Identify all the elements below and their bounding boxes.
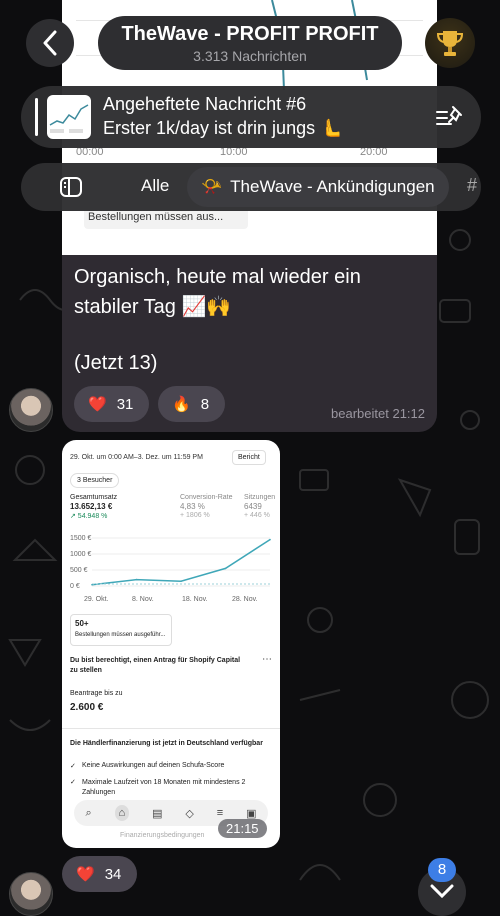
total-sales-label: Gesamtumsatz xyxy=(70,494,118,501)
pinned-message-bar[interactable]: Angeheftete Nachricht #6 Erster 1k/day i… xyxy=(21,86,481,148)
check-text: Maximale Laufzeit von 18 Monaten mit min… xyxy=(82,779,246,796)
chat-title-box[interactable]: TheWave - PROFIT PROFIT 3.313 Nachrichte… xyxy=(98,16,402,70)
message-text-note: (Jetzt 13) xyxy=(74,352,158,374)
chart-x-tick: 18. Nov. xyxy=(182,596,208,603)
message-timestamp: bearbeitet 21:12 xyxy=(331,406,425,421)
message-count: 3.313 Nachrichten xyxy=(193,48,307,64)
chart-point xyxy=(180,580,182,582)
sessions-change: + 446 % xyxy=(244,512,270,519)
pinned-text: Erster 1k/day ist drin jungs 🫷 xyxy=(103,118,343,138)
tab-announcements[interactable]: 📯 TheWave - Ankündigungen xyxy=(187,167,449,207)
orders-text: Bestellungen müssen ausgeführ... xyxy=(75,632,166,638)
reaction-fire[interactable]: 🔥 8 xyxy=(158,386,226,422)
chevron-left-icon xyxy=(43,30,57,56)
chart-series-line xyxy=(91,538,271,586)
reaction-count: 34 xyxy=(104,865,122,883)
hash-icon[interactable]: # xyxy=(467,175,477,196)
heart-icon: ❤️ xyxy=(88,396,107,413)
conversion-value: 4,83 % xyxy=(180,502,205,511)
topic-filter-bar: Alle 📯 TheWave - Ankündigungen # xyxy=(21,163,481,211)
chat-title: TheWave - PROFIT PROFIT xyxy=(121,23,379,45)
chart-point xyxy=(135,578,138,581)
reaction-heart[interactable]: ❤️ 31 xyxy=(74,386,150,422)
financing-title: Die Händlerfinanzierung ist jetzt in Deu… xyxy=(70,740,263,747)
total-sales-change: ↗ 54.948 % xyxy=(70,513,108,520)
orders-card: 50+ Bestellungen müssen ausgeführ... xyxy=(70,614,172,646)
conversion-change: + 1806 % xyxy=(180,512,210,519)
total-sales-value: 13.652,13 € xyxy=(70,502,113,511)
chart-point xyxy=(269,538,271,541)
pin-list-icon[interactable] xyxy=(435,104,463,130)
sessions-label: Sitzungen xyxy=(244,494,276,501)
pinned-indicator xyxy=(35,98,38,136)
reaction-count: 8 xyxy=(200,395,210,413)
footer-text: Finanzierungsbedingungen xyxy=(120,832,205,839)
capital-title: Du bist berechtigt, einen Antrag für Sho… xyxy=(70,657,241,674)
check-icon: ✓ xyxy=(70,779,76,786)
message-image-screenshot[interactable]: 29. Okt. um 0:00 AM–3. Dez. um 11:59 PM … xyxy=(62,440,280,848)
message-text: Organisch, heute mal wieder ein stabiler… xyxy=(74,266,361,318)
orders-icon: ▤ xyxy=(152,807,163,820)
search-icon: ⌕ xyxy=(85,806,92,819)
chart-x-tick: 8. Nov. xyxy=(132,596,154,603)
chart-point xyxy=(91,583,93,586)
back-button[interactable] xyxy=(26,19,74,67)
menu-icon: ≡ xyxy=(216,807,224,819)
avatar[interactable] xyxy=(9,872,53,916)
group-avatar[interactable] xyxy=(425,18,475,68)
pinned-thumbnail xyxy=(47,95,91,139)
tab-all[interactable]: Alle xyxy=(141,176,169,196)
chart-x-tick: 29. Okt. xyxy=(84,596,109,603)
pinned-title: Angeheftete Nachricht #6 xyxy=(103,94,307,114)
heart-icon: ❤️ xyxy=(76,866,95,883)
trophy-icon xyxy=(436,31,464,56)
apply-label: Beantrage bis zu xyxy=(70,690,123,697)
check-text: Keine Auswirkungen auf deinen Schufa-Sco… xyxy=(82,762,225,769)
home-icon: ⌂ xyxy=(114,805,130,821)
sessions-value: 6439 xyxy=(244,502,262,511)
reaction-heart[interactable]: ❤️ 34 xyxy=(62,856,138,892)
visitors-chip: 3 Besucher xyxy=(70,473,120,488)
tag-icon: ◇ xyxy=(185,807,194,820)
chart-x-tick: 28. Nov. xyxy=(232,596,258,603)
store-icon: ▣ xyxy=(246,807,257,820)
avatar[interactable] xyxy=(9,388,53,432)
apply-amount: 2.600 € xyxy=(70,702,104,713)
orders-count: 50+ xyxy=(75,619,89,628)
conversion-label: Conversion-Rate xyxy=(180,494,233,501)
fire-icon: 🔥 xyxy=(172,396,191,413)
unread-badge: 8 xyxy=(428,858,456,882)
date-range: 29. Okt. um 0:00 AM–3. Dez. um 11:59 PM xyxy=(70,454,203,461)
report-button: Bericht xyxy=(232,450,266,465)
sidebar-icon[interactable] xyxy=(59,175,83,199)
message-timestamp: 21:15 xyxy=(218,819,267,838)
check-icon: ✓ xyxy=(70,763,76,770)
tab-label: TheWave - Ankündigungen xyxy=(230,177,435,196)
megaphone-icon: 📯 xyxy=(201,177,223,196)
chart-point xyxy=(224,567,227,570)
reaction-count: 31 xyxy=(116,395,134,413)
more-icon: ⋯ xyxy=(262,654,272,665)
